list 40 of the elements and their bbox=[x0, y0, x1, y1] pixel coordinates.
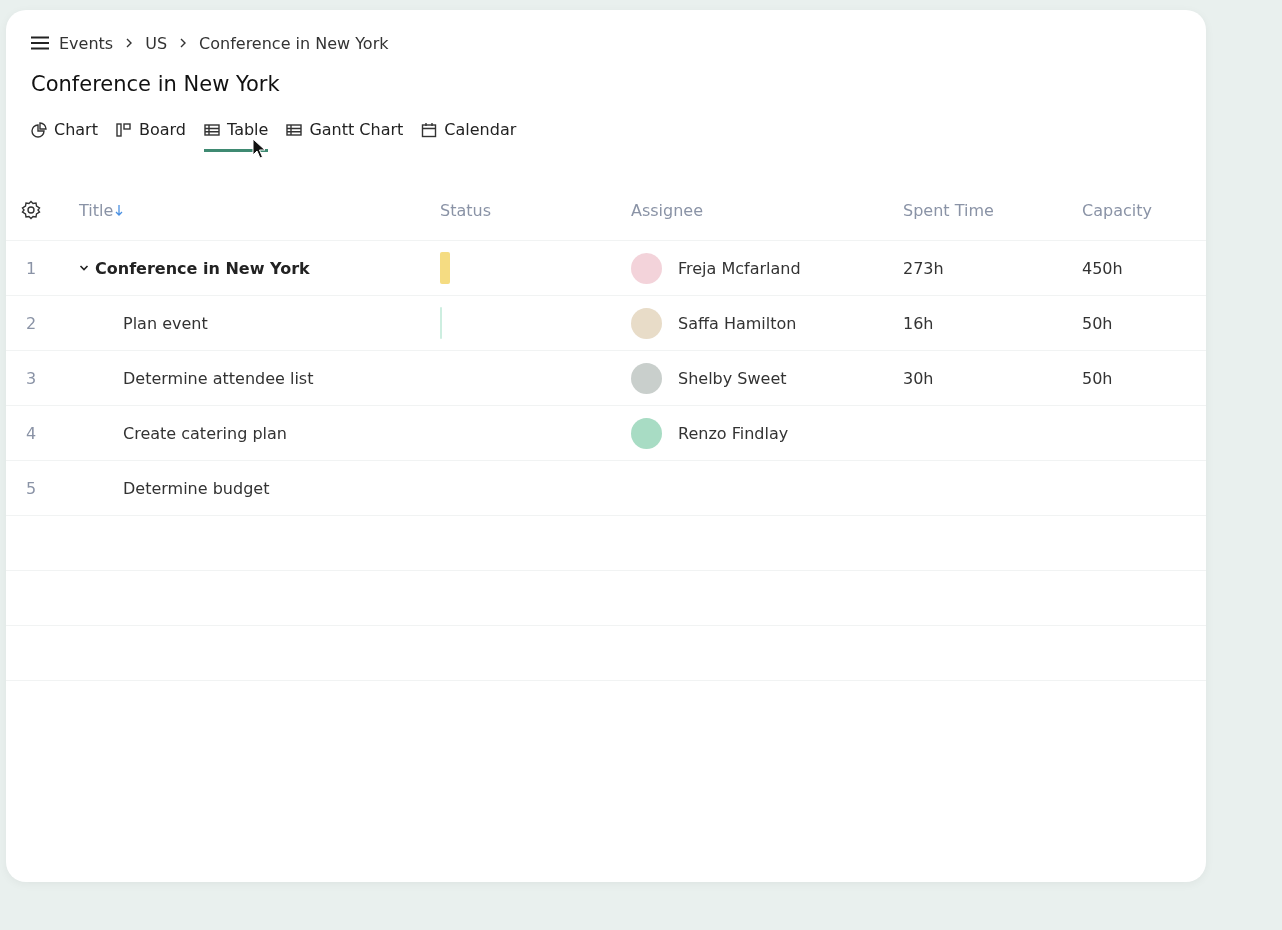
spent-time: 16h bbox=[903, 313, 934, 333]
task-title: Determine budget bbox=[123, 478, 270, 498]
row-number: 1 bbox=[25, 258, 37, 278]
view-tab[interactable]: Gantt Chart bbox=[286, 116, 404, 152]
chevron-down-icon[interactable] bbox=[79, 264, 89, 272]
view-tab[interactable]: Table bbox=[204, 116, 269, 152]
task-title: Create catering plan bbox=[123, 423, 287, 443]
row-number: 3 bbox=[25, 368, 37, 388]
view-tab[interactable]: Chart bbox=[31, 116, 98, 152]
task-title: Determine attendee list bbox=[123, 368, 314, 388]
breadcrumb-link[interactable]: Events bbox=[59, 33, 114, 53]
table-icon bbox=[286, 121, 303, 138]
settings-icon bbox=[21, 200, 41, 220]
breadcrumb-link[interactable]: US bbox=[145, 33, 168, 53]
page-title: Conference in New York bbox=[30, 72, 281, 96]
assignee-name: Shelby Sweet bbox=[678, 368, 787, 388]
board-icon bbox=[115, 121, 132, 138]
chevron-right-icon bbox=[179, 37, 188, 49]
calendar-icon bbox=[421, 121, 438, 138]
breadcrumb-link[interactable]: Conference in New York bbox=[199, 33, 389, 53]
assignee-name: Saffa Hamilton bbox=[678, 313, 797, 333]
spent-time: 30h bbox=[903, 368, 934, 388]
row-number: 5 bbox=[25, 478, 37, 498]
capacity-value: 50h bbox=[1082, 313, 1113, 333]
capacity-value: 50h bbox=[1082, 368, 1113, 388]
view-tab[interactable]: Calendar bbox=[421, 116, 517, 152]
chart-icon bbox=[31, 121, 47, 138]
table-icon bbox=[204, 121, 220, 138]
assignee-name: Renzo Findlay bbox=[678, 423, 789, 443]
chevron-right-icon bbox=[125, 37, 134, 49]
row-number: 2 bbox=[25, 313, 37, 333]
spent-time: 273h bbox=[903, 258, 944, 278]
task-title: Conference in New York bbox=[95, 258, 310, 278]
view-tab[interactable]: Board bbox=[115, 116, 186, 152]
menu-icon[interactable] bbox=[31, 36, 49, 50]
assignee-name: Freja Mcfarland bbox=[678, 258, 801, 278]
capacity-value: 450h bbox=[1082, 258, 1123, 278]
row-number: 4 bbox=[25, 423, 37, 443]
mouse-cursor-icon bbox=[252, 138, 266, 160]
task-title: Plan event bbox=[123, 313, 208, 333]
